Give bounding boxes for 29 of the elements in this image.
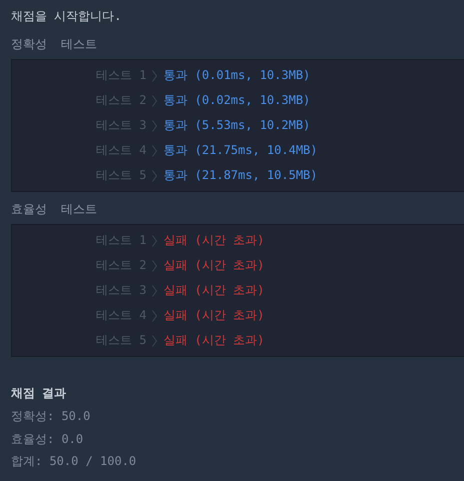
- chevron-icon: [152, 234, 158, 246]
- score-line: 효율성: 0.0: [11, 430, 84, 448]
- score-line: 합계: 50.0 / 100.0: [11, 453, 138, 470]
- test-result: 실패 (시간 초과): [163, 257, 264, 274]
- chevron-icon: [152, 284, 158, 296]
- test-result: 실패 (시간 초과): [163, 332, 264, 349]
- chevron-icon: [152, 70, 158, 82]
- test-result: 통과 (21.75ms, 10.4MB): [163, 142, 318, 159]
- status-message: 채점을 시작합니다.: [10, 8, 122, 25]
- chevron-icon: [152, 94, 158, 106]
- chevron-icon: [152, 310, 158, 322]
- section-label: 테스트: [61, 200, 97, 218]
- test-result: 통과 (5.53ms, 10.2MB): [163, 117, 310, 134]
- chevron-icon: [152, 120, 158, 132]
- section-category: 정확성: [11, 36, 47, 52]
- test-result: 통과 (0.02ms, 10.3MB): [163, 92, 310, 109]
- test-result: 통과 (21.87ms, 10.5MB): [163, 167, 318, 184]
- test-result: 실패 (시간 초과): [163, 307, 264, 324]
- test-result: 실패 (시간 초과): [163, 232, 264, 249]
- chevron-icon: [152, 334, 158, 346]
- chevron-icon: [152, 144, 158, 156]
- section-label: 테스트: [61, 36, 97, 52]
- summary-title: 채점 결과: [11, 385, 68, 402]
- section-category: 효율성: [11, 200, 47, 218]
- test-result: 통과 (0.01ms, 10.3MB): [163, 67, 310, 84]
- test-result: 실패 (시간 초과): [163, 282, 264, 299]
- chevron-icon: [152, 170, 158, 182]
- score-line: 정확성: 50.0: [11, 408, 92, 425]
- chevron-icon: [152, 260, 158, 272]
